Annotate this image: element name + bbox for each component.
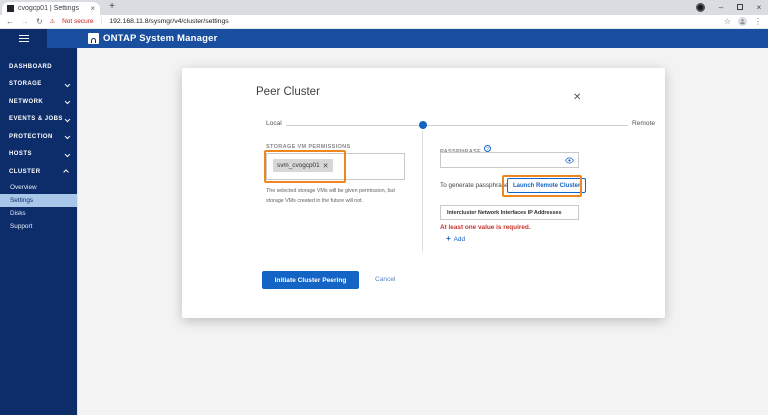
storage-vm-helper-text: The selected storage VMs will be given p…: [266, 188, 395, 204]
cancel-button[interactable]: Cancel: [375, 276, 396, 283]
browser-address-bar: ← → ↻ ⚠ Not secure | 192.168.11.8/sysmgr…: [0, 15, 768, 29]
intercluster-ip-header: Intercluster Network Interfaces IP Addre…: [440, 205, 579, 220]
url-divider: |: [100, 18, 103, 25]
window-maximize-button[interactable]: [733, 0, 747, 14]
sidebar-item-protection[interactable]: PROTECTION: [0, 128, 77, 146]
sidebar-item-cluster-support[interactable]: Support: [0, 220, 77, 233]
show-password-eye-icon[interactable]: [565, 156, 574, 165]
new-tab-button[interactable]: +: [106, 1, 118, 12]
svm-chip[interactable]: svm_cvogcp01 ✕: [273, 159, 333, 172]
security-status-label[interactable]: Not secure: [62, 18, 93, 25]
chip-remove-icon[interactable]: ✕: [323, 162, 329, 170]
add-ip-link[interactable]: + Add: [446, 235, 465, 243]
browser-tab[interactable]: cvogcp01 | Settings ×: [2, 2, 100, 15]
window-close-button[interactable]: ×: [752, 0, 766, 14]
sidebar-item-cluster[interactable]: CLUSTER: [0, 163, 77, 181]
browser-profile-icon[interactable]: [696, 3, 705, 12]
tab-close-icon[interactable]: ×: [90, 4, 95, 13]
dialog-title: Peer Cluster: [256, 86, 320, 98]
dialog-close-icon[interactable]: ✕: [573, 92, 581, 103]
forward-icon[interactable]: →: [21, 17, 29, 26]
generate-passphrase-hint: To generate passphrase:: [440, 182, 511, 189]
storage-vm-permissions-input[interactable]: svm_cvogcp01 ✕: [266, 153, 405, 180]
site-favicon: [7, 5, 14, 12]
netapp-logo: [88, 33, 99, 44]
remote-label: Remote: [632, 120, 656, 127]
sidebar-item-storage[interactable]: STORAGE: [0, 76, 77, 94]
column-divider: [422, 131, 423, 252]
url-text[interactable]: 192.168.11.8/sysmgr/v4/cluster/settings: [109, 18, 228, 25]
back-icon[interactable]: ←: [6, 17, 14, 26]
bookmark-star-icon[interactable]: ☆: [724, 17, 731, 26]
refresh-icon[interactable]: ↻: [36, 17, 43, 26]
app-header: ONTAP System Manager ? <>: [0, 29, 768, 74]
svm-chip-label: svm_cvogcp01: [277, 162, 320, 169]
local-label: Local: [266, 120, 282, 127]
chevron-down-icon: [64, 98, 70, 104]
validation-error-text: At least one value is required.: [440, 224, 531, 231]
sidebar-item-cluster-overview[interactable]: Overview: [0, 181, 77, 194]
window-minimize-button[interactable]: –: [714, 0, 728, 14]
peer-cluster-dialog: Peer Cluster ✕ Local Remote STORAGE VM P…: [182, 68, 665, 318]
sidebar-item-events-jobs[interactable]: EVENTS & JOBS: [0, 111, 77, 129]
plus-icon: +: [446, 234, 451, 243]
launch-remote-cluster-button[interactable]: Launch Remote Cluster: [507, 178, 587, 193]
browser-tab-strip: cvogcp01 | Settings × + – ×: [0, 0, 768, 15]
maximize-icon: [737, 4, 743, 10]
hamburger-menu-button[interactable]: [0, 29, 47, 48]
scale-position-dot[interactable]: [419, 121, 427, 129]
browser-avatar-icon[interactable]: [738, 17, 747, 26]
chevron-down-icon: [64, 151, 70, 157]
sidebar-item-cluster-settings[interactable]: Settings: [0, 193, 77, 207]
sidebar-nav: DASHBOARD STORAGE NETWORK EVENTS & JOBS …: [0, 48, 78, 415]
local-remote-track: [286, 125, 628, 126]
chevron-down-icon: [64, 133, 70, 139]
sidebar-item-network[interactable]: NETWORK: [0, 93, 77, 111]
storage-vm-permissions-label: STORAGE VM PERMISSIONS: [266, 144, 351, 150]
sidebar-item-cluster-disks[interactable]: Disks: [0, 207, 77, 220]
initiate-cluster-peering-button[interactable]: Initiate Cluster Peering: [262, 271, 359, 289]
sidebar-item-hosts[interactable]: HOSTS: [0, 146, 77, 164]
passphrase-input[interactable]: [440, 152, 579, 168]
not-secure-warning-icon: ⚠: [49, 19, 56, 25]
tab-title: cvogcp01 | Settings: [18, 5, 79, 12]
add-link-label: Add: [453, 235, 466, 243]
hamburger-icon: [18, 33, 29, 44]
chevron-down-icon: [64, 81, 70, 87]
browser-menu-icon[interactable]: ⋮: [754, 17, 762, 26]
app-title: ONTAP System Manager: [103, 33, 218, 44]
chevron-down-icon: [64, 116, 70, 122]
person-glyph: [740, 19, 745, 25]
sidebar-item-dashboard[interactable]: DASHBOARD: [0, 58, 77, 76]
